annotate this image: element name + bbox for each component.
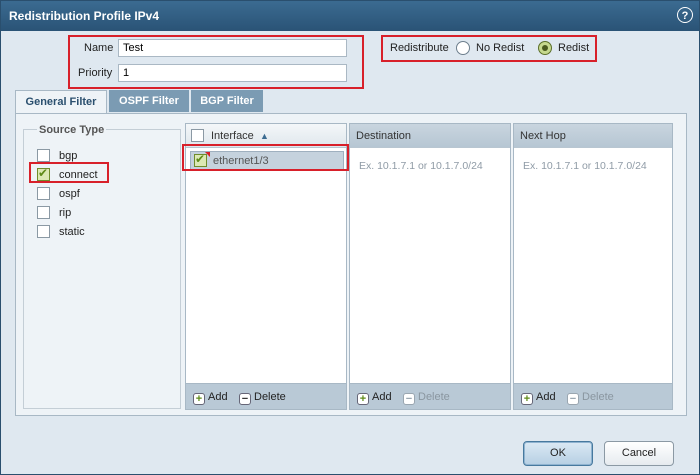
interface-value: ethernet1/3 <box>213 155 269 167</box>
interface-add-button[interactable]: + Add <box>193 389 228 405</box>
tab-ospf-filter[interactable]: OSPF Filter <box>109 90 189 112</box>
dialog-title: Redistribution Profile IPv4 <box>9 9 160 23</box>
priority-input[interactable] <box>118 64 347 82</box>
select-all-checkbox[interactable] <box>191 129 204 142</box>
delete-icon: − <box>567 393 579 405</box>
nexthop-add-button[interactable]: + Add <box>521 389 556 405</box>
priority-label: Priority <box>78 67 113 79</box>
table-row[interactable]: ethernet1/3 <box>190 151 344 170</box>
cancel-button[interactable]: Cancel <box>604 441 674 466</box>
delete-label: Delete <box>254 391 286 403</box>
dialog-titlebar[interactable]: Redistribution Profile IPv4 ? <box>1 1 699 31</box>
rip-checkbox[interactable] <box>37 206 50 219</box>
delete-icon: − <box>239 393 251 405</box>
no-redist-label[interactable]: No Redist <box>476 42 524 54</box>
bgp-checkbox[interactable] <box>37 149 50 162</box>
tab-bgp-filter[interactable]: BGP Filter <box>191 90 263 112</box>
redist-radio[interactable] <box>538 41 552 55</box>
static-checkbox[interactable] <box>37 225 50 238</box>
nexthop-column-header[interactable]: Next Hop <box>520 130 566 142</box>
interface-grid: Interface ▲ ethernet1/3 +Add −Delete <box>185 123 347 410</box>
destination-grid-footer: + Add − Delete <box>350 383 510 409</box>
redistribution-profile-dialog: Redistribution Profile IPv4 ? Name Prior… <box>0 0 700 475</box>
interface-delete-button[interactable]: − Delete <box>239 389 286 405</box>
connect-label: connect <box>59 169 98 181</box>
destination-column-header[interactable]: Destination <box>356 130 411 142</box>
help-icon[interactable]: ? <box>677 7 693 23</box>
no-redist-radio[interactable] <box>456 41 470 55</box>
nexthop-delete-button[interactable]: − Delete <box>567 389 614 405</box>
delete-label: Delete <box>418 391 450 403</box>
delete-icon: − <box>403 393 415 405</box>
redistribute-label: Redistribute <box>390 42 449 54</box>
add-icon: + <box>193 393 205 405</box>
static-label: static <box>59 226 85 238</box>
ospf-checkbox[interactable] <box>37 187 50 200</box>
destination-placeholder[interactable]: Ex. 10.1.7.1 or 10.1.7.0/24 <box>359 160 483 172</box>
destination-grid: Destination Ex. 10.1.7.1 or 10.1.7.0/24 … <box>349 123 511 410</box>
source-type-legend: Source Type <box>37 124 107 136</box>
nexthop-grid-header[interactable]: Next Hop <box>514 124 672 148</box>
ok-button[interactable]: OK <box>523 441 593 466</box>
nexthop-grid: Next Hop Ex. 10.1.7.1 or 10.1.7.0/24 + Ad… <box>513 123 673 410</box>
ospf-label: ospf <box>59 188 80 200</box>
add-label: Add <box>536 391 556 403</box>
interface-grid-header[interactable]: Interface ▲ <box>186 124 346 148</box>
interface-column-header[interactable]: Interface <box>211 124 254 148</box>
rip-label: rip <box>59 207 72 219</box>
add-label: Add <box>372 391 392 403</box>
redist-label[interactable]: Redist <box>558 42 589 54</box>
destination-delete-button[interactable]: − Delete <box>403 389 450 405</box>
nexthop-placeholder[interactable]: Ex. 10.1.7.1 or 10.1.7.0/24 <box>523 160 647 172</box>
connect-checkbox[interactable] <box>37 166 50 181</box>
tab-general-filter[interactable]: General Filter <box>15 90 107 114</box>
nexthop-grid-footer: + Add − Delete <box>514 383 672 409</box>
name-input[interactable] <box>118 39 347 57</box>
add-label: Add <box>208 391 228 403</box>
destination-add-button[interactable]: + Add <box>357 389 392 405</box>
modified-flag-icon <box>205 152 210 157</box>
sort-ascending-icon[interactable]: ▲ <box>260 124 269 148</box>
name-label: Name <box>84 42 114 54</box>
add-icon: + <box>357 393 369 405</box>
add-icon: + <box>521 393 533 405</box>
interface-grid-footer: + Add − Delete <box>186 383 346 409</box>
destination-grid-header[interactable]: Destination <box>350 124 510 148</box>
delete-label: Delete <box>582 391 614 403</box>
bgp-label: bgp <box>59 150 78 162</box>
